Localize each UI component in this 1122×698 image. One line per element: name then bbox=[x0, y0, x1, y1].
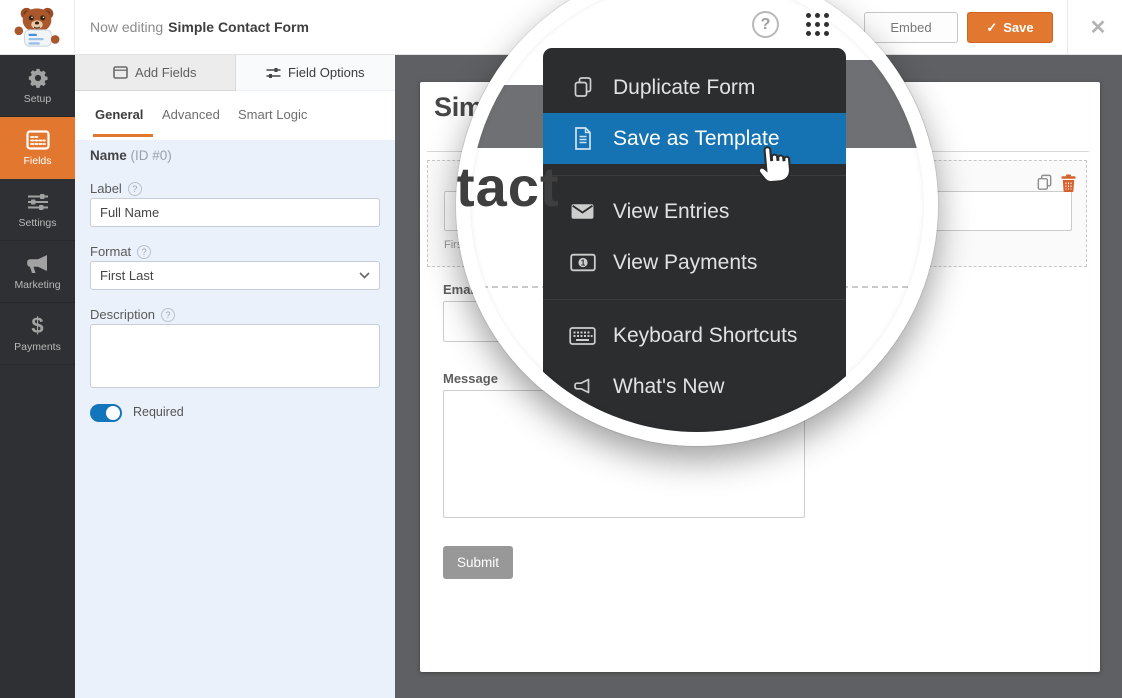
form-fields-icon bbox=[26, 129, 50, 151]
sidebar-item-label: Setup bbox=[24, 93, 51, 105]
tab-label: Field Options bbox=[288, 65, 365, 80]
sidebar-item-label: Marketing bbox=[14, 279, 60, 291]
submit-button: Submit bbox=[443, 546, 513, 579]
field-heading-name: Name bbox=[90, 148, 127, 163]
hand-cursor-icon bbox=[754, 138, 796, 190]
description-textarea[interactable] bbox=[90, 324, 380, 388]
sidebar-item-fields[interactable]: Fields bbox=[0, 117, 75, 179]
sidebar-item-label: Settings bbox=[19, 217, 57, 229]
sidebar-item-payments[interactable]: $ Payments bbox=[0, 303, 75, 365]
apps-grid-icon[interactable] bbox=[806, 13, 829, 36]
add-fields-icon bbox=[113, 66, 128, 79]
topbar-divider bbox=[1067, 0, 1068, 54]
wpforms-builder: Now editing Simple Contact Form ? Embed … bbox=[0, 0, 1122, 698]
label-text: Format bbox=[90, 244, 131, 259]
label-input[interactable] bbox=[90, 198, 380, 227]
megaphone-icon bbox=[26, 253, 50, 275]
now-editing-prefix: Now editing bbox=[90, 19, 163, 35]
label-text: Description bbox=[90, 307, 155, 322]
gear-icon bbox=[27, 67, 49, 89]
check-icon: ✓ bbox=[986, 20, 997, 36]
subtab-general[interactable]: General bbox=[95, 107, 143, 122]
field-options-panel: Add Fields Field Options General Advance… bbox=[75, 55, 395, 698]
format-select[interactable]: First Last bbox=[90, 261, 380, 290]
save-button[interactable]: ✓ Save bbox=[967, 12, 1053, 43]
message-field-label: Message bbox=[443, 371, 498, 386]
format-field-label: Format ? bbox=[90, 244, 151, 259]
now-editing-title: Now editing Simple Contact Form bbox=[90, 0, 309, 54]
sidebar-item-label: Payments bbox=[14, 341, 61, 353]
sliders-icon bbox=[27, 191, 49, 213]
label-text: Label bbox=[90, 181, 122, 196]
save-button-label: Save bbox=[1003, 20, 1033, 35]
panel-tabs: Add Fields Field Options bbox=[75, 55, 395, 91]
help-tooltip-icon[interactable]: ? bbox=[161, 308, 175, 322]
help-icon[interactable]: ? bbox=[752, 11, 779, 38]
field-options-icon bbox=[266, 67, 281, 79]
tab-field-options[interactable]: Field Options bbox=[236, 55, 396, 91]
format-select-value: First Last bbox=[100, 268, 153, 283]
delete-field-icon[interactable] bbox=[1061, 174, 1076, 192]
wpforms-bear-icon bbox=[14, 5, 60, 49]
tab-add-fields[interactable]: Add Fields bbox=[75, 55, 236, 91]
chevron-down-icon bbox=[359, 272, 370, 279]
embed-button[interactable]: Embed bbox=[864, 12, 958, 43]
field-option-subtabs: General Advanced Smart Logic bbox=[75, 91, 395, 140]
field-heading-id: (ID #0) bbox=[131, 148, 172, 163]
wpforms-logo bbox=[0, 0, 75, 54]
field-action-icons bbox=[1035, 173, 1076, 192]
builder-sidebar: Setup Fields Settings Marketing $ Paymen… bbox=[0, 55, 75, 698]
tab-label: Add Fields bbox=[135, 65, 196, 80]
sidebar-item-settings[interactable]: Settings bbox=[0, 179, 75, 241]
magnified-title-fragment: tact bbox=[456, 154, 560, 219]
help-tooltip-icon[interactable]: ? bbox=[128, 182, 142, 196]
active-subtab-underline bbox=[93, 134, 153, 137]
field-heading: Name (ID #0) bbox=[90, 148, 172, 163]
sidebar-item-label: Fields bbox=[23, 155, 51, 167]
required-toggle[interactable] bbox=[90, 404, 122, 422]
dollar-icon: $ bbox=[31, 315, 43, 337]
label-field-label: Label ? bbox=[90, 181, 142, 196]
subtab-advanced[interactable]: Advanced bbox=[162, 107, 220, 122]
form-name: Simple Contact Form bbox=[168, 19, 309, 35]
required-toggle-label: Required bbox=[133, 405, 184, 419]
sidebar-item-setup[interactable]: Setup bbox=[0, 55, 75, 117]
toggle-knob bbox=[106, 406, 120, 420]
description-field-label: Description ? bbox=[90, 307, 175, 322]
close-icon[interactable]: ✕ bbox=[1080, 0, 1116, 54]
duplicate-field-icon[interactable] bbox=[1035, 173, 1054, 192]
sidebar-item-marketing[interactable]: Marketing bbox=[0, 241, 75, 303]
subtab-smart-logic[interactable]: Smart Logic bbox=[238, 107, 307, 122]
help-tooltip-icon[interactable]: ? bbox=[137, 245, 151, 259]
